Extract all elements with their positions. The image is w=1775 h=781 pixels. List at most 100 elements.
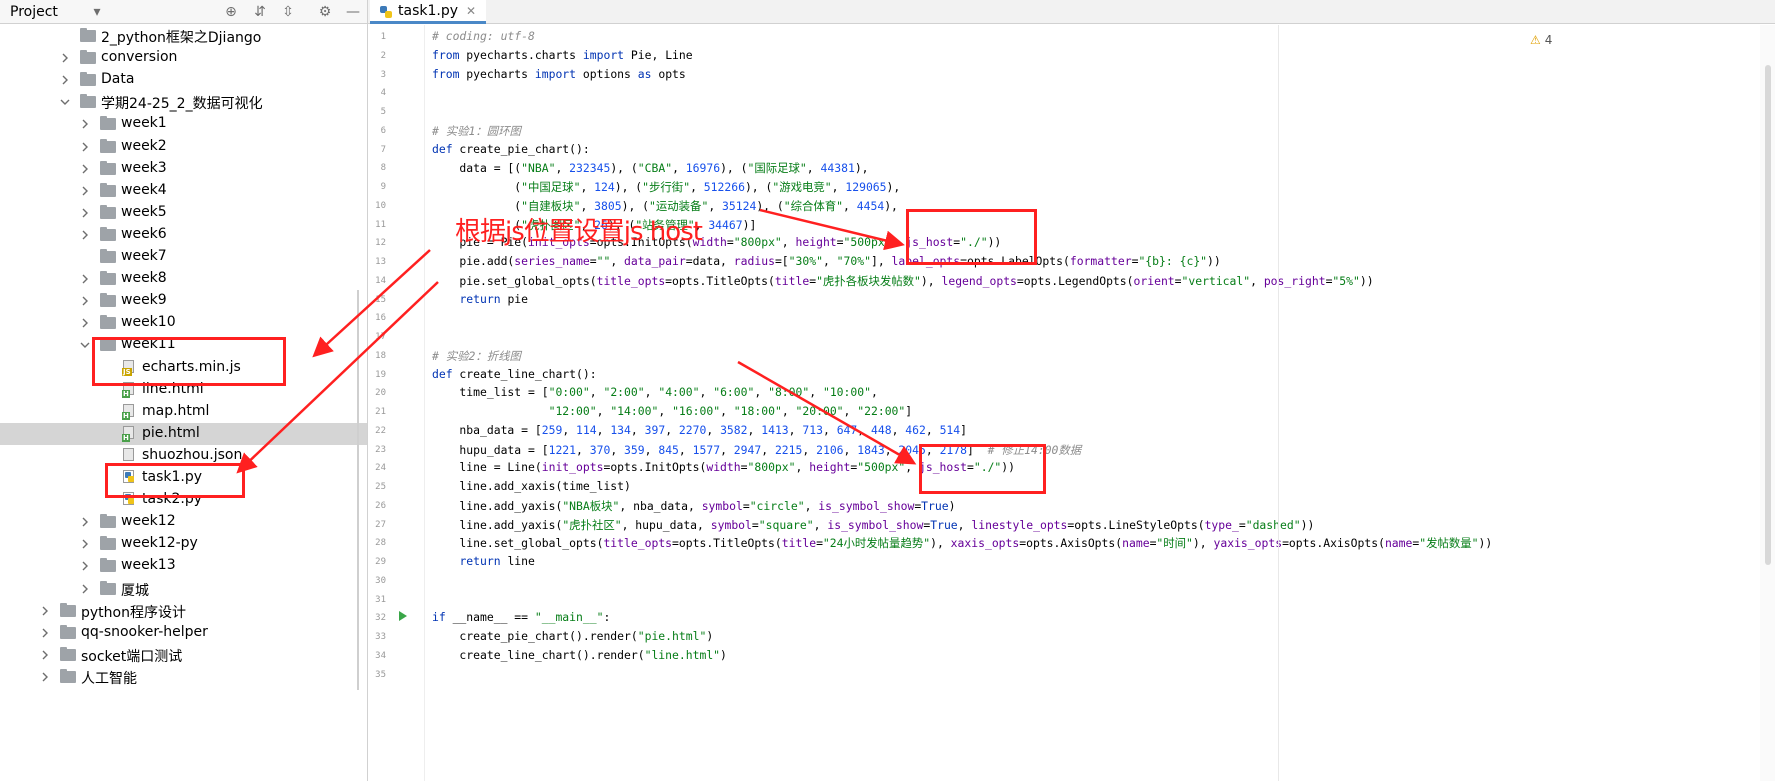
code-line: line.add_yaxis("虎扑社区", hupu_data, symbol… <box>432 517 1315 532</box>
tree-item-label: week11 <box>121 336 176 353</box>
tree-item-task2-py[interactable]: task2.py <box>0 489 367 511</box>
tree-item-2-python-djiango[interactable]: 2_python框架之Djiango <box>0 25 367 47</box>
code-editor[interactable]: # coding: utf-8 from pyecharts.charts imp… <box>424 25 1492 781</box>
chevron-right-icon[interactable] <box>80 274 90 284</box>
folder-icon <box>100 580 116 595</box>
tree-item-socket-[interactable]: socket端口测试 <box>0 644 367 666</box>
line-number: 4 <box>380 88 386 99</box>
tree-item-task1-py[interactable]: task1.py <box>0 467 367 489</box>
tree-item-python-[interactable]: python程序设计 <box>0 600 367 622</box>
collapse-all-icon[interactable]: ⇳ <box>279 3 297 21</box>
tree-item-week11[interactable]: week11 <box>0 334 367 356</box>
chevron-right-icon[interactable] <box>60 53 70 63</box>
chevron-right-icon[interactable] <box>80 296 90 306</box>
chevron-right-icon[interactable] <box>80 517 90 527</box>
scrollbar-thumb[interactable] <box>1765 65 1771 565</box>
chevron-right-icon[interactable] <box>80 186 90 196</box>
chevron-right-icon[interactable] <box>40 672 50 682</box>
line-number: 28 <box>375 538 386 549</box>
chevron-right-icon[interactable] <box>80 230 90 240</box>
close-icon[interactable]: ✕ <box>466 4 476 18</box>
tree-item-pie-html[interactable]: Hpie.html <box>0 422 367 445</box>
html-file-icon: H <box>122 381 136 398</box>
line-number: 23 <box>375 444 386 455</box>
tree-item-week13[interactable]: week13 <box>0 555 367 577</box>
run-icon[interactable] <box>399 611 407 621</box>
tree-item-label: week12 <box>121 513 176 530</box>
tree-item-week6[interactable]: week6 <box>0 224 367 246</box>
line-number: 15 <box>375 294 386 305</box>
folder-icon <box>100 293 116 308</box>
chevron-right-icon[interactable] <box>80 318 90 328</box>
code-line: return pie <box>459 291 529 306</box>
locate-icon[interactable]: ⊕ <box>222 3 240 21</box>
chevron-right-icon[interactable] <box>80 539 90 549</box>
chevron-right-icon[interactable] <box>40 606 50 616</box>
tree-item-shuozhou-json[interactable]: shuozhou.json <box>0 445 367 467</box>
tree-item-week10[interactable]: week10 <box>0 312 367 334</box>
expand-all-icon[interactable]: ⇵ <box>251 3 269 21</box>
code-line: create_pie_chart().render("pie.html") <box>432 629 714 643</box>
tree-item-week3[interactable]: week3 <box>0 158 367 180</box>
panel-scrollbar[interactable] <box>357 290 359 690</box>
tree-item-week4[interactable]: week4 <box>0 180 367 202</box>
line-number: 14 <box>375 275 386 286</box>
tree-item-label: week8 <box>121 270 167 287</box>
tree-item-data[interactable]: Data <box>0 69 367 91</box>
editor-scrollbar[interactable] <box>1760 25 1775 781</box>
project-title[interactable]: Project <box>10 4 58 20</box>
chevron-right-icon[interactable] <box>80 561 90 571</box>
tree-item-conversion[interactable]: conversion <box>0 47 367 69</box>
chevron-right-icon[interactable] <box>80 142 90 152</box>
chevron-down-icon[interactable] <box>80 340 90 350</box>
line-number: 2 <box>380 50 386 61</box>
tab-task1-py[interactable]: task1.py ✕ <box>370 0 487 24</box>
chevron-right-icon[interactable] <box>80 164 90 174</box>
gear-icon[interactable]: ⚙ <box>316 3 334 21</box>
code-line: return line <box>459 554 535 568</box>
chevron-right-icon[interactable] <box>80 584 90 594</box>
tree-item-week12[interactable]: week12 <box>0 511 367 533</box>
tree-item-label: week3 <box>121 159 167 176</box>
chevron-right-icon[interactable] <box>80 208 90 218</box>
chevron-down-icon[interactable]: ▾ <box>88 3 106 21</box>
tree-item--24-25-2-[interactable]: 学期24-25_2_数据可视化 <box>0 91 367 113</box>
tree-item-label: week10 <box>121 314 176 331</box>
tree-item-label: qq-snooker-helper <box>81 623 208 640</box>
folder-icon <box>100 271 116 286</box>
tree-item-label: task2.py <box>142 491 202 508</box>
line-number: 8 <box>380 163 386 174</box>
chevron-right-icon[interactable] <box>80 119 90 129</box>
tree-item--[interactable]: 人工智能 <box>0 666 367 688</box>
folder-icon <box>100 337 116 352</box>
code-line: # 实验2：折线图 <box>432 348 521 363</box>
line-number: 35 <box>375 669 386 680</box>
tree-item-week12-py[interactable]: week12-py <box>0 533 367 555</box>
folder-icon <box>80 50 96 65</box>
tree-item-qq-snooker-helper[interactable]: qq-snooker-helper <box>0 622 367 644</box>
tree-item-map-html[interactable]: Hmap.html <box>0 401 367 423</box>
tree-item-week5[interactable]: week5 <box>0 202 367 224</box>
inspection-widget[interactable]: ⚠ 4 <box>1530 33 1552 47</box>
folder-icon <box>60 624 76 639</box>
chevron-down-icon[interactable] <box>60 97 70 107</box>
chevron-right-icon[interactable] <box>40 628 50 638</box>
folder-icon <box>100 558 116 573</box>
chevron-right-icon[interactable] <box>40 650 50 660</box>
tree-item-line-html[interactable]: Hline.html <box>0 379 367 401</box>
tree-item-week2[interactable]: week2 <box>0 136 367 158</box>
chevron-right-icon[interactable] <box>60 75 70 85</box>
tree-item-label: week13 <box>121 557 176 574</box>
tree-item-week9[interactable]: week9 <box>0 290 367 312</box>
tree-item-echarts-min-js[interactable]: JS echarts.min.js <box>0 357 367 379</box>
line-number: 9 <box>380 182 386 192</box>
tree-item--[interactable]: 厦城 <box>0 578 367 600</box>
tree-item-week1[interactable]: week1 <box>0 113 367 135</box>
folder-icon <box>100 249 116 263</box>
folder-icon <box>100 226 116 241</box>
tree-item-week7[interactable]: week7 <box>0 246 367 268</box>
tree-item-week8[interactable]: week8 <box>0 268 367 290</box>
minimize-icon[interactable]: — <box>344 3 362 21</box>
line-number-gutter: 1 2 3 4 5 6 7 8 9 10 11 12 13 14 15 16 17 18 19 20 21 22 23 24 2… <box>368 25 424 781</box>
line-number: 21 <box>375 407 386 417</box>
